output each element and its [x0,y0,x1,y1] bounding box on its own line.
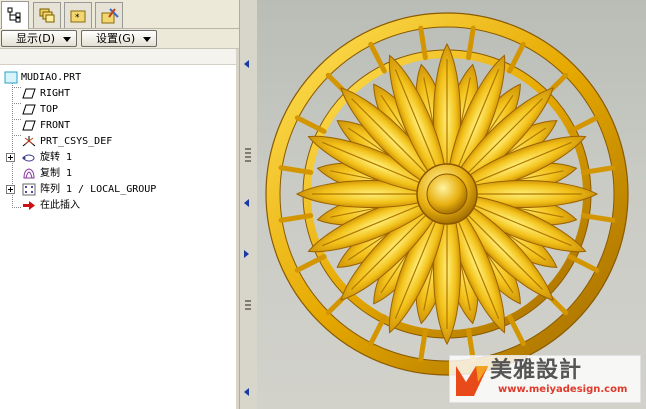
expand-plus-icon[interactable] [6,185,15,194]
svg-text:*: * [75,13,80,23]
ring-spoke [294,254,327,273]
ring-spoke [507,314,526,347]
tree-connector-line [12,135,21,136]
pattern-icon [22,183,36,196]
tree-connector-line [12,87,21,88]
tree-item-label: 旋转 1 [40,152,73,163]
tree-root-label: MUDIAO.PRT [21,72,82,83]
rosette-model[interactable] [257,0,646,409]
panel-tab-bar: * [0,0,239,29]
tree-root-item[interactable]: MUDIAO.PRT [4,70,204,85]
tree-item-top[interactable]: TOP [22,102,222,117]
tree-toolbar: 显示(D) 设置(G) [0,29,239,49]
expand-right-arrow-icon[interactable] [244,250,249,258]
tree-item-label: 阵列 1 / LOCAL_GROUP [40,184,157,195]
display-menu-label: 显示(D) [16,32,56,45]
model-tree-icon [7,7,21,23]
tab-model-tree[interactable] [1,1,29,29]
chevron-down-icon [143,37,151,42]
tree-item-label: 复制 1 [40,168,73,179]
collapse-left-arrow-icon[interactable] [244,388,249,396]
watermark-brand: 美雅設計 [490,358,583,383]
copy-icon [23,168,35,179]
tree-item-label: PRT_CSYS_DEF [40,136,113,147]
watermark: 美雅設計 www.meiyadesign.com [449,355,641,403]
ring-spoke [368,314,387,347]
tab-layers[interactable] [33,2,61,28]
splitter-grip [245,160,251,162]
part-icon [4,71,18,84]
collapse-left-arrow-icon[interactable] [244,60,249,68]
tree-item-label: RIGHT [40,88,71,99]
tree-item-label: FRONT [40,120,71,131]
tree-item-revolve[interactable]: 旋转 1 [6,150,226,165]
splitter-grip [245,300,251,302]
tree-item-insert-here[interactable]: 在此插入 [22,198,222,213]
panel-splitter[interactable] [239,0,257,409]
collapse-left-arrow-icon[interactable] [244,199,249,207]
tree-header-strip [0,49,236,65]
ring-spoke [567,254,600,273]
watermark-url: www.meiyadesign.com [498,384,628,395]
tab-favorites[interactable] [95,2,123,28]
folder-star-icon: * [70,10,86,23]
rosette-geometry [265,12,629,376]
tree-item-label: TOP [40,104,59,115]
tree-item-copy[interactable]: 复制 1 [22,166,222,181]
csys-icon [22,136,36,147]
settings-menu-label: 设置(G) [96,32,136,45]
splitter-grip [245,152,251,154]
brand-logo-icon [456,366,488,396]
tree-connector-line [12,207,21,208]
splitter-grip [245,148,251,150]
expand-plus-icon[interactable] [6,153,15,162]
center-boss [426,173,468,215]
tree-item-right[interactable]: RIGHT [22,86,222,101]
datum-plane-icon [22,120,36,131]
tree-item-front[interactable]: FRONT [22,118,222,133]
ring-spoke [294,115,327,134]
tools-folder-icon [101,8,119,24]
settings-menu-button[interactable]: 设置(G) [81,30,157,47]
revolve-icon [22,154,35,162]
ring-spoke [368,41,387,74]
tab-folder-browser[interactable]: * [64,2,92,28]
tree-connector-line [12,103,21,104]
layers-icon [39,8,55,23]
graphics-viewport[interactable] [257,0,646,409]
chevron-down-icon [63,37,71,42]
ring-spoke [567,115,600,134]
insert-here-arrow-icon [23,201,35,210]
tree-connector-line [12,119,21,120]
splitter-grip [245,304,251,306]
display-menu-button[interactable]: 显示(D) [1,30,77,47]
datum-plane-icon [22,88,36,99]
datum-plane-icon [22,104,36,115]
model-tree-panel: * 显示(D) 设置(G) MUDIAO.PRT RIGHT TOP FRONT… [0,0,239,409]
ring-spoke [507,41,526,74]
tree-item-csys[interactable]: PRT_CSYS_DEF [22,134,222,149]
splitter-grip [245,308,251,310]
tree-item-pattern[interactable]: 阵列 1 / LOCAL_GROUP [6,182,231,197]
splitter-grip [245,156,251,158]
tree-item-label: 在此插入 [40,200,80,211]
model-tree: MUDIAO.PRT RIGHT TOP FRONT PRT_CSYS_DEF … [0,66,236,409]
